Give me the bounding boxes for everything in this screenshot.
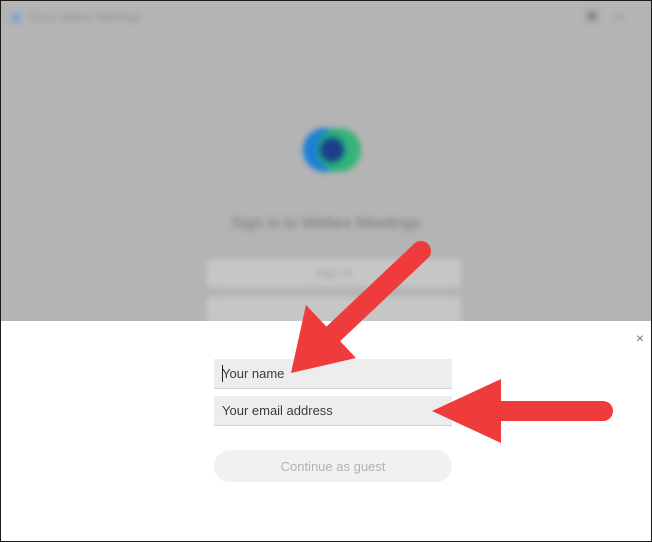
- webex-logo-icon: [303, 128, 361, 172]
- app-window: Cisco Webex Meetings Sign in to Webex Me…: [0, 0, 652, 542]
- app-icon: [11, 13, 21, 23]
- background-app-dimmed: Cisco Webex Meetings Sign in to Webex Me…: [1, 1, 651, 331]
- background-blur-layer: Cisco Webex Meetings Sign in to Webex Me…: [1, 1, 651, 331]
- background-sign-in-heading: Sign in to Webex Meetings: [230, 215, 422, 232]
- close-icon[interactable]: ×: [633, 331, 647, 345]
- background-window-title: Cisco Webex Meetings: [29, 12, 142, 24]
- guest-join-panel: × Continue as guest: [1, 321, 651, 541]
- email-field[interactable]: [214, 396, 452, 426]
- background-sign-in-button: Sign In: [207, 259, 461, 287]
- background-sign-in-button-label: Sign In: [315, 266, 353, 280]
- text-caret: [222, 365, 223, 382]
- background-minimize-icon: [615, 16, 623, 18]
- background-settings-icon: [587, 11, 597, 21]
- background-title-bar: Cisco Webex Meetings: [1, 1, 651, 35]
- name-field[interactable]: [214, 359, 452, 389]
- continue-as-guest-button[interactable]: Continue as guest: [214, 450, 452, 482]
